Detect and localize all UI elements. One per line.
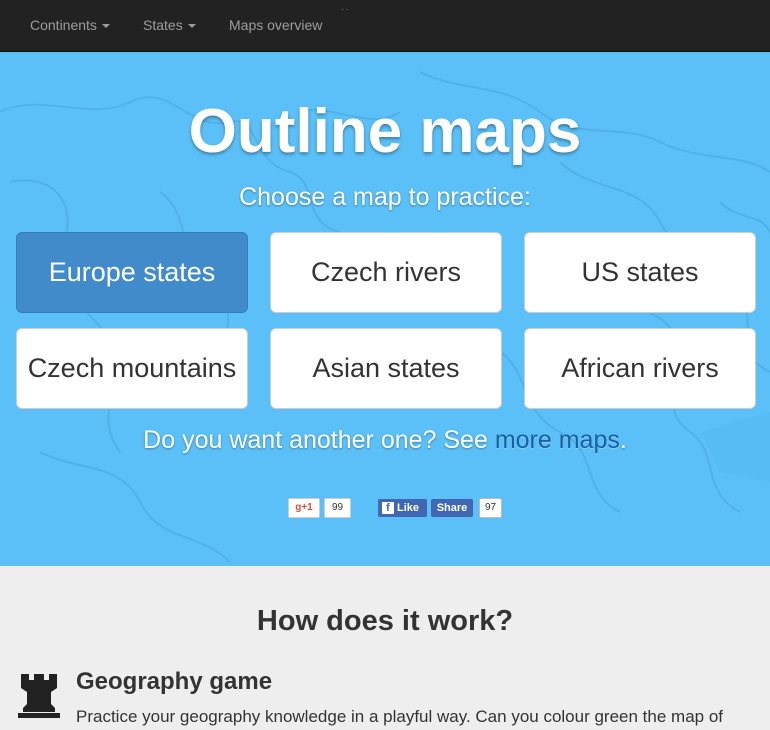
nav-continents-label: Continents [30, 17, 97, 33]
more-maps-suffix: . [619, 426, 627, 454]
feature-description: Practice your geography knowledge in a p… [76, 707, 724, 726]
map-button-europe-states[interactable]: Europe states [16, 232, 248, 313]
map-button-african-rivers[interactable]: African rivers [524, 328, 756, 409]
nav-continents[interactable]: Continents [30, 0, 110, 50]
map-button-czech-mountains[interactable]: Czech mountains [16, 328, 248, 409]
facebook-like-button[interactable]: f Like [378, 499, 427, 517]
facebook-like-label: Like [397, 502, 420, 514]
facebook-share-button[interactable]: Share [431, 499, 473, 517]
map-button-asian-states[interactable]: Asian states [270, 328, 502, 409]
nav-states[interactable]: States [143, 0, 196, 50]
navbar: Continents States Maps overview ·· [0, 0, 770, 52]
hero-subtitle: Choose a map to practice: [239, 183, 531, 211]
more-maps-prefix: Do you want another one? See [143, 426, 495, 454]
google-plus-button[interactable]: g+1 [288, 498, 320, 518]
section-title: How does it work? [256, 605, 514, 637]
nav-maps-overview-label: Maps overview [229, 17, 323, 33]
map-button-us-states[interactable]: US states [524, 232, 756, 313]
facebook-icon: f [382, 502, 394, 514]
hero: Outline maps Choose a map to practice: E… [0, 52, 770, 566]
facebook-count: 97 [479, 498, 502, 518]
more-maps-link[interactable]: more maps [495, 426, 620, 454]
google-plus-count: 99 [324, 498, 351, 518]
google-plus-label: +1 [301, 502, 313, 513]
feature-title: Geography game [76, 668, 273, 695]
more-maps-text: Do you want another one? See more maps. [0, 426, 770, 455]
nav-maps-overview[interactable]: Maps overview [229, 0, 322, 50]
map-button-czech-rivers[interactable]: Czech rivers [270, 232, 502, 313]
caret-down-icon [187, 24, 196, 29]
page-title: Outline maps [188, 97, 582, 166]
chess-rook-icon [18, 674, 60, 718]
nav-ellipsis-icon: ·· [341, 4, 350, 15]
nav-states-label: States [143, 17, 183, 33]
caret-down-icon [101, 24, 110, 29]
